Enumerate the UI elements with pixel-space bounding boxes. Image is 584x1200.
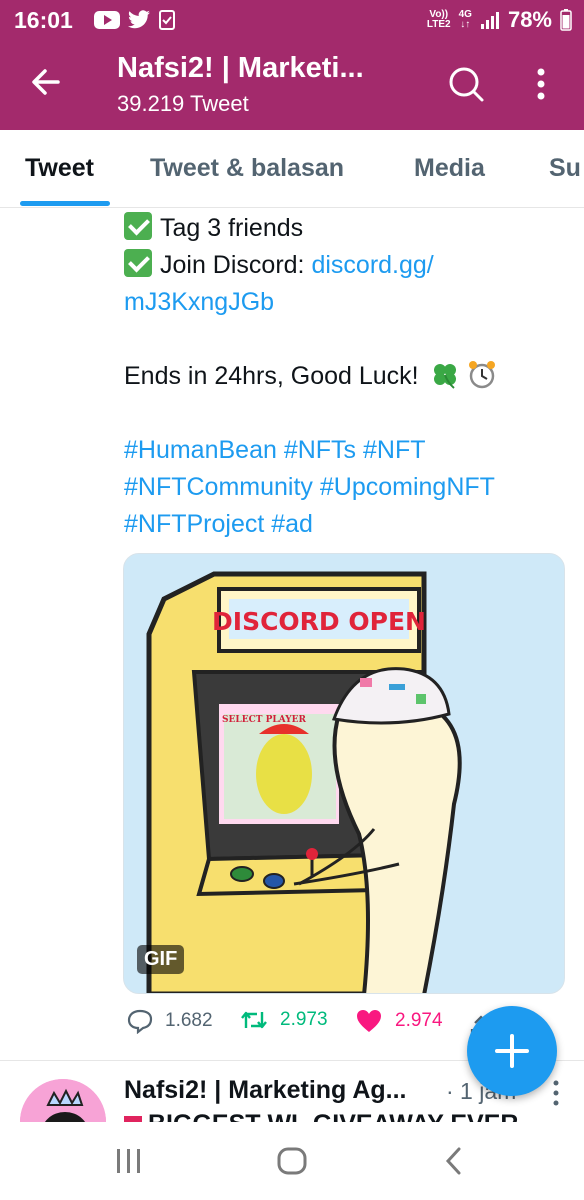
hashtags-line[interactable]: #NFTProject #ad <box>124 506 564 543</box>
discord-link-cont[interactable]: mJ3KxngJGb <box>124 288 274 316</box>
tweet-line: Tag 3 friends <box>124 210 564 247</box>
active-tab-indicator <box>20 201 110 206</box>
search-icon[interactable] <box>446 64 486 104</box>
battery-percent: 78% <box>507 7 552 32</box>
back-arrow-icon[interactable] <box>26 62 66 102</box>
recent-apps-icon[interactable] <box>114 1147 144 1175</box>
clover-icon <box>433 364 456 389</box>
retweet-icon <box>241 1011 267 1029</box>
svg-text:DISCORD OPEN: DISCORD OPEN <box>212 607 426 636</box>
check-mark-icon <box>124 212 152 240</box>
svg-text:SELECT PLAYER: SELECT PLAYER <box>222 715 306 725</box>
more-vertical-icon[interactable] <box>526 64 556 104</box>
tweet-media-gif[interactable]: DISCORD OPEN SELECT PLAYER GIF <box>123 553 565 994</box>
tweet-body: Tag 3 friends Join Discord: discord.gg/ … <box>124 210 564 543</box>
download-check-icon <box>159 10 175 30</box>
next-tweet-author[interactable]: Nafsi2! | Marketing Ag... <box>124 1076 407 1105</box>
profile-title: Nafsi2! | Marketi... <box>117 52 364 84</box>
profile-tabs: Tweet Tweet & balasan Media Su <box>0 130 584 208</box>
home-icon[interactable] <box>276 1146 308 1176</box>
compose-tweet-button[interactable] <box>467 1006 557 1096</box>
like-count: 2.974 <box>395 1010 443 1031</box>
youtube-icon <box>94 11 120 29</box>
status-bar: 16:01 Vo)) LTE2 4G ↓↑ 78% <box>0 0 584 40</box>
tweet-line: Ends in 24hrs, Good Luck! <box>124 358 564 395</box>
tweet-line: Join Discord: discord.gg/ <box>124 247 564 284</box>
tab-likes[interactable]: Su <box>549 154 581 183</box>
tweet-line: mJ3KxngJGb <box>124 284 564 321</box>
retweet-count: 2.973 <box>280 1009 328 1030</box>
twitter-icon <box>128 10 150 29</box>
plus-icon <box>495 1034 529 1068</box>
gif-badge: GIF <box>137 945 185 974</box>
app-bar: Nafsi2! | Marketi... 39.219 Tweet <box>0 40 584 130</box>
notification-icons <box>94 9 176 31</box>
back-nav-icon[interactable] <box>442 1146 466 1176</box>
status-time: 16:01 <box>14 7 73 33</box>
network-type: 4G ↓↑ <box>458 9 472 30</box>
arcade-illustration: DISCORD OPEN SELECT PLAYER <box>124 554 564 993</box>
tab-media[interactable]: Media <box>414 154 485 183</box>
tab-tweet-replies[interactable]: Tweet & balasan <box>150 154 344 183</box>
tab-tweet[interactable]: Tweet <box>25 154 94 183</box>
heart-icon <box>357 1010 381 1032</box>
like-button[interactable]: 2.974 <box>355 1008 443 1034</box>
hashtags-line[interactable]: #HumanBean #NFTs #NFT <box>124 432 564 469</box>
battery-icon <box>560 9 572 31</box>
retweet-button[interactable]: 2.973 <box>240 1008 328 1032</box>
reply-count: 1.682 <box>165 1010 213 1031</box>
signal-icon <box>480 12 499 29</box>
system-icons: Vo)) LTE2 4G ↓↑ 78% <box>427 7 572 33</box>
network-label: Vo)) LTE2 <box>426 9 451 30</box>
reply-icon <box>127 1009 153 1034</box>
check-mark-icon <box>124 249 152 277</box>
hashtags-line[interactable]: #NFTCommunity #UpcomingNFT <box>124 469 564 506</box>
android-nav-bar <box>0 1122 584 1200</box>
alarm-clock-icon <box>468 361 495 389</box>
discord-link[interactable]: discord.gg/ <box>311 251 433 279</box>
reply-button[interactable]: 1.682 <box>127 1008 213 1034</box>
tweet-count: 39.219 Tweet <box>117 91 249 116</box>
